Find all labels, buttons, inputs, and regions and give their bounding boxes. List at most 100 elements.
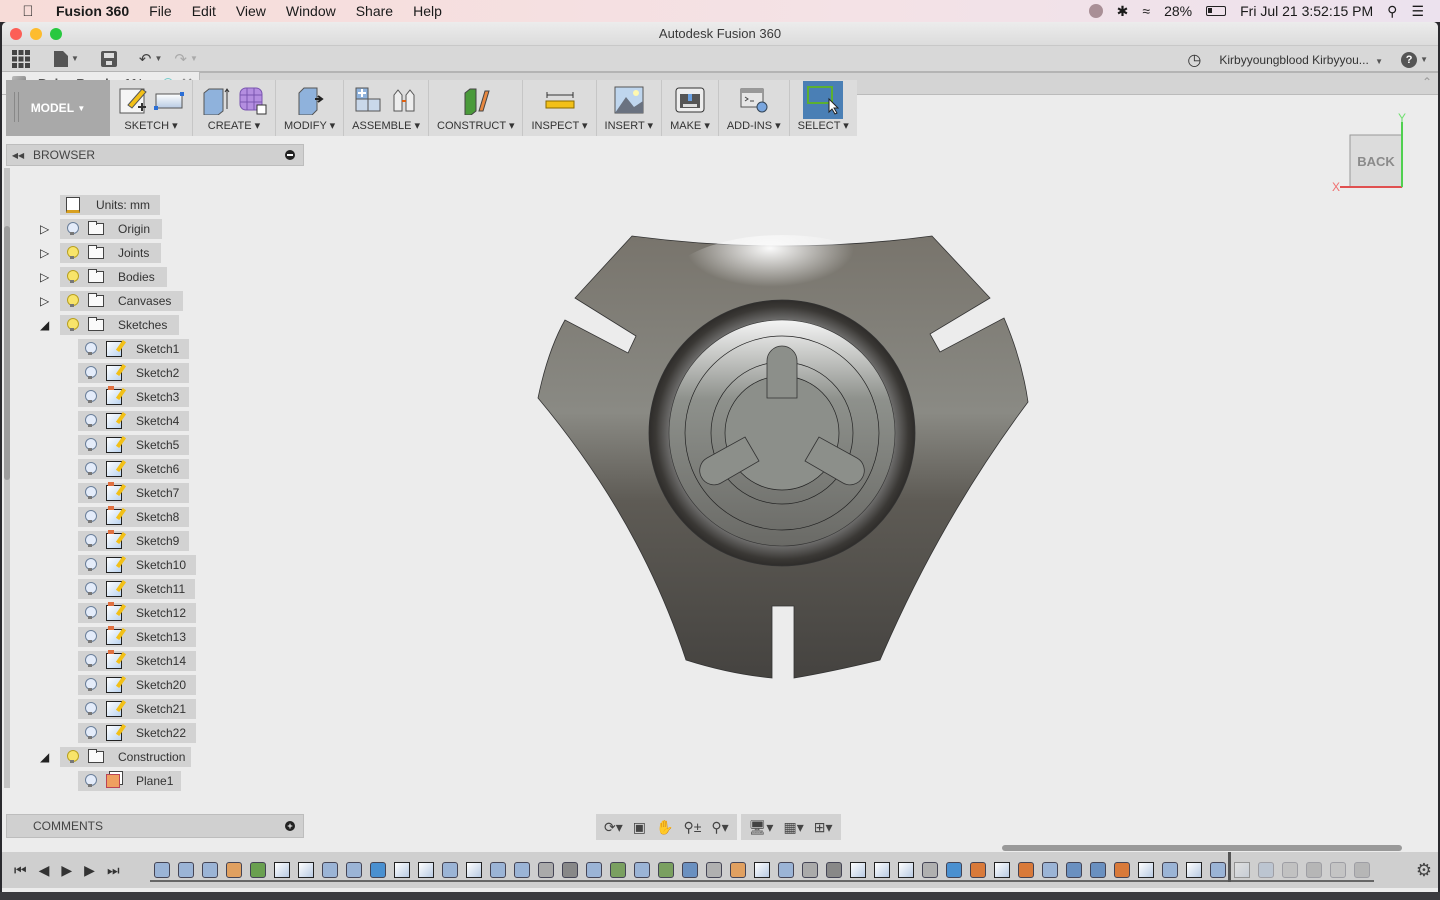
look-at-icon[interactable]: ▣ — [633, 819, 646, 836]
collapse-chevron-icon[interactable]: ⌃ — [1422, 75, 1432, 89]
offset-plane-icon[interactable] — [461, 85, 491, 115]
visibility-bulb-icon[interactable] — [84, 702, 97, 716]
timeline-feature-combine[interactable] — [678, 861, 702, 879]
visibility-bulb-icon[interactable] — [66, 318, 79, 332]
sketch-node[interactable]: Sketch8 — [78, 506, 190, 527]
timeline-feature-shell[interactable] — [366, 861, 390, 879]
go-to-end-icon[interactable]: ⏭ — [107, 862, 120, 879]
menu-edit[interactable]: Edit — [182, 3, 226, 19]
visibility-bulb-icon[interactable] — [84, 630, 97, 644]
user-account-menu[interactable]: Kirbyyoungblood Kirbyyou... ▼ — [1219, 53, 1383, 67]
timeline-feature-sketch[interactable] — [750, 861, 774, 879]
visibility-bulb-icon[interactable] — [66, 750, 79, 764]
sketch-node[interactable]: Sketch7 — [78, 482, 190, 503]
timeline-feature-extrude[interactable] — [486, 861, 510, 879]
sketch-node[interactable]: Sketch20 — [78, 675, 197, 695]
visibility-bulb-icon[interactable] — [84, 390, 97, 404]
timeline-feature-align[interactable] — [534, 861, 558, 879]
create-group[interactable]: CREATE ▾ — [193, 80, 276, 136]
wifi-icon[interactable]: ≈ — [1142, 3, 1150, 19]
collapse-triangle-icon[interactable]: ◢ — [40, 318, 52, 332]
sketch-node[interactable]: Sketch10 — [78, 555, 197, 575]
sketch-group[interactable]: SKETCH ▾ — [110, 80, 193, 136]
spotlight-icon[interactable]: ⚲ — [1387, 3, 1397, 20]
timeline-feature-extrude[interactable] — [1254, 861, 1278, 879]
timeline-feature-chamfer[interactable] — [222, 861, 246, 879]
viewcube[interactable]: BACK X Y — [1325, 108, 1415, 198]
sketch-node[interactable]: Sketch21 — [78, 699, 197, 719]
go-to-start-icon[interactable]: ⏮ — [14, 862, 27, 879]
timeline-feature-move[interactable] — [1302, 861, 1326, 879]
timeline-feature-align[interactable] — [1278, 861, 1302, 879]
timeline-feature-fillet[interactable] — [198, 861, 222, 879]
canvas-viewport[interactable] — [306, 138, 1436, 838]
timeline-scrollbar[interactable] — [1002, 845, 1402, 851]
timeline-feature-sketch[interactable] — [1230, 861, 1254, 879]
create-sketch-icon[interactable] — [118, 85, 148, 115]
visibility-bulb-icon[interactable] — [84, 558, 97, 572]
visibility-bulb-icon[interactable] — [66, 270, 79, 284]
timeline-feature-sketch[interactable] — [990, 861, 1014, 879]
clock[interactable]: Fri Jul 21 3:52:15 PM — [1240, 3, 1373, 19]
timeline-feature-shell[interactable] — [942, 861, 966, 879]
timeline-feature-split[interactable] — [702, 861, 726, 879]
folder-joints[interactable]: ▷ Joints — [40, 243, 162, 263]
sketch-node[interactable]: Sketch2 — [78, 363, 190, 383]
sketch-node[interactable]: Sketch5 — [78, 435, 190, 455]
expand-triangle-icon[interactable]: ▷ — [40, 294, 52, 308]
zoom-icon[interactable]: ⚲± — [683, 819, 701, 836]
folder-sketches[interactable]: ◢ Sketches — [40, 315, 180, 335]
new-component-icon[interactable] — [353, 85, 383, 115]
help-menu[interactable]: ? ▼ — [1401, 51, 1428, 68]
timeline-feature-extrude[interactable] — [318, 861, 342, 879]
timeline-feature-fillet[interactable] — [174, 861, 198, 879]
timeline-feature-chamfer[interactable] — [726, 861, 750, 879]
visibility-bulb-icon[interactable] — [84, 654, 97, 668]
play-icon[interactable]: ▶ — [61, 862, 72, 879]
press-pull-icon[interactable] — [295, 85, 325, 115]
zoom-window-button[interactable] — [50, 27, 62, 40]
visibility-bulb-icon[interactable] — [84, 342, 97, 356]
visibility-bulb-icon[interactable] — [84, 486, 97, 500]
timeline-feature-combine[interactable] — [1086, 861, 1110, 879]
sketch-node[interactable]: Sketch11 — [78, 579, 196, 599]
timeline-feature-sketch[interactable] — [294, 861, 318, 879]
sketch-node[interactable]: Sketch14 — [78, 650, 197, 671]
timeline-feature-extrude[interactable] — [582, 861, 606, 879]
timeline-feature-extrude[interactable] — [1038, 861, 1062, 879]
insert-group[interactable]: INSERT ▾ — [597, 80, 663, 136]
select-icon[interactable] — [803, 81, 844, 119]
expand-triangle-icon[interactable]: ▷ — [40, 270, 52, 284]
timeline-feature-extrude[interactable] — [510, 861, 534, 879]
timeline-feature-revolve[interactable] — [246, 861, 270, 879]
sketch-node[interactable]: Sketch4 — [78, 411, 190, 431]
timeline-feature-extrude[interactable] — [1206, 861, 1230, 879]
insert-image-icon[interactable] — [614, 85, 644, 115]
rectangle-icon[interactable] — [154, 85, 184, 115]
minimize-window-button[interactable] — [30, 27, 42, 40]
add-comment-icon[interactable]: + — [285, 821, 295, 831]
timeline-feature-sketch[interactable] — [270, 861, 294, 879]
timeline-feature-split[interactable] — [1326, 861, 1350, 879]
modify-group[interactable]: MODIFY ▾ — [276, 80, 345, 136]
folder-construction[interactable]: ◢ Construction — [40, 747, 192, 767]
job-status-clock-icon[interactable]: ◷ — [1187, 50, 1201, 70]
browser-minimize-icon[interactable] — [285, 150, 295, 160]
visibility-bulb-icon[interactable] — [84, 774, 97, 788]
grid-settings-icon[interactable]: ▦▾ — [783, 819, 803, 836]
orbit-icon[interactable]: ⟳▾ — [604, 819, 623, 836]
add-ins-group[interactable]: ADD-INS ▾ — [719, 80, 790, 136]
menu-help[interactable]: Help — [403, 3, 452, 19]
apple-menu-icon[interactable]:  — [0, 3, 56, 20]
menu-view[interactable]: View — [226, 3, 276, 19]
expand-triangle-icon[interactable]: ▷ — [40, 222, 52, 236]
visibility-bulb-icon[interactable] — [66, 222, 79, 236]
pulse-bomb-model[interactable] — [537, 235, 1029, 679]
extrude-icon[interactable] — [201, 85, 231, 115]
timeline-feature-fillet[interactable] — [150, 861, 174, 879]
browser-scrollbar[interactable] — [4, 168, 10, 788]
timeline-feature-move[interactable] — [1350, 861, 1374, 879]
timeline-feature-mirror[interactable] — [654, 861, 678, 879]
scripts-addins-icon[interactable] — [739, 85, 769, 115]
folder-canvases[interactable]: ▷ Canvases — [40, 291, 184, 311]
